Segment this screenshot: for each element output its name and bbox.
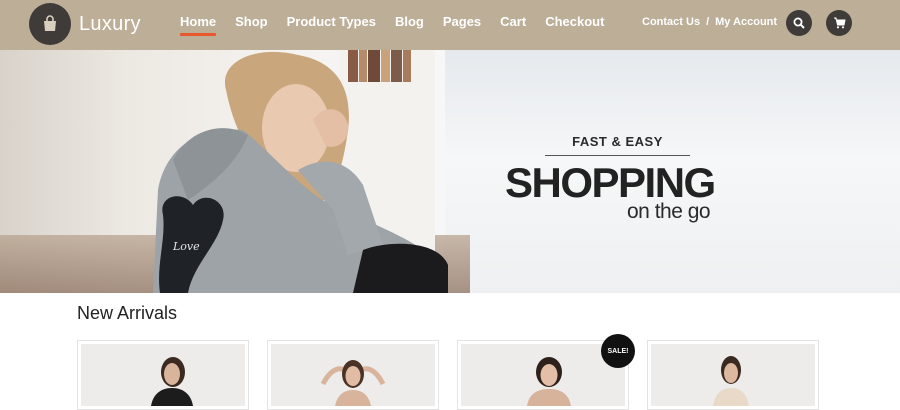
cart-button[interactable] [826,10,852,36]
nav-item-cart[interactable]: Cart [500,14,526,29]
hero-model-image: Love [153,51,448,293]
hero-banner[interactable]: Love FAST & EASY SHOPPING on the go [0,50,900,293]
sale-badge: SALE! [601,334,635,368]
site-header: Luxury Home Shop Product Types Blog Page… [0,0,900,50]
nav-item-shop[interactable]: Shop [235,14,268,29]
hero-text-block: FAST & EASY SHOPPING on the go [505,134,725,224]
search-button[interactable] [786,10,812,36]
account-separator: / [706,16,710,28]
nav-item-pages[interactable]: Pages [443,14,481,29]
brand-name: Luxury [79,12,141,35]
cart-icon [833,17,846,29]
search-icon [793,17,805,29]
nav-item-product-types[interactable]: Product Types [287,14,376,29]
svg-text:Love: Love [172,240,200,253]
hero-divider [545,155,690,156]
product-image [81,344,245,406]
hero-eyebrow: FAST & EASY [572,134,663,149]
nav-item-home[interactable]: Home [180,14,217,36]
my-account-link[interactable]: My Account [715,16,777,28]
product-image [271,344,435,406]
shopping-bag-icon [29,3,71,45]
nav-item-checkout[interactable]: Checkout [545,14,604,29]
product-image [651,344,815,406]
contact-us-link[interactable]: Contact Us [642,16,700,28]
logo[interactable]: Luxury [29,3,141,45]
main-nav: Home Shop Product Types Blog Pages Cart … [180,14,623,36]
nav-item-blog[interactable]: Blog [395,14,424,29]
account-links: Contact Us / My Account [642,16,777,28]
new-arrivals-title: New Arrivals [77,303,178,323]
